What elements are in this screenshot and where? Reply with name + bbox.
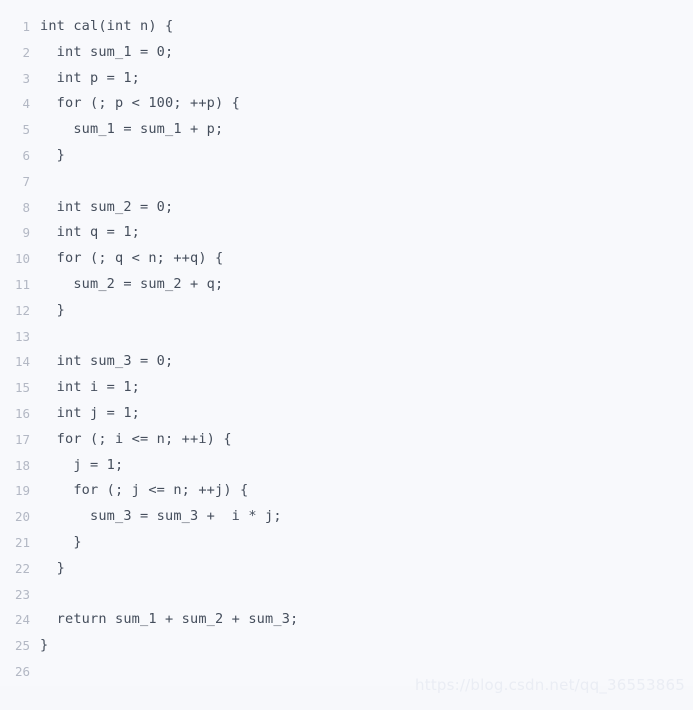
line-number: 13 [14, 328, 30, 344]
code-line: 22 } [0, 556, 693, 582]
code-line: 5 sum_1 = sum_1 + p; [0, 117, 693, 143]
code-line: 9 int q = 1; [0, 220, 693, 246]
line-content: int sum_2 = 0; [40, 198, 174, 215]
line-content: } [40, 301, 66, 318]
line-content: int cal(int n) { [40, 18, 174, 34]
line-content: } [40, 533, 82, 550]
line-number: 25 [14, 638, 30, 654]
line-number: 11 [14, 276, 30, 292]
code-line: 12 } [0, 298, 693, 324]
line-number: 8 [22, 199, 30, 215]
line-number: 15 [14, 380, 30, 396]
line-content: sum_1 = sum_1 + p; [40, 121, 224, 138]
code-line: 10 for (; q < n; ++q) { [0, 246, 693, 272]
code-line: 2 int sum_1 = 0; [0, 40, 693, 66]
code-line: 3 int p = 1; [0, 66, 693, 92]
code-line: 16 int j = 1; [0, 401, 693, 427]
code-line: 18 j = 1; [0, 453, 693, 479]
line-number: 1 [22, 19, 30, 34]
code-line: 7 [0, 169, 693, 195]
line-number: 14 [14, 354, 30, 370]
code-line: 24 return sum_1 + sum_2 + sum_3; [0, 607, 693, 633]
line-number: 23 [14, 586, 30, 602]
code-line: 25} [0, 633, 693, 659]
line-content: for (; q < n; ++q) { [40, 250, 224, 267]
code-line: 20 sum_3 = sum_3 + i * j; [0, 504, 693, 530]
line-content: return sum_1 + sum_2 + sum_3; [40, 611, 299, 628]
line-number: 10 [14, 251, 30, 267]
line-number: 22 [14, 560, 30, 576]
line-number: 19 [14, 483, 30, 499]
line-content: int p = 1; [40, 69, 141, 86]
code-line: 11 sum_2 = sum_2 + q; [0, 272, 693, 298]
line-number: 20 [14, 509, 30, 525]
line-number: 7 [22, 173, 30, 189]
line-content: int i = 1; [40, 379, 141, 396]
line-content: for (; j <= n; ++j) { [40, 482, 249, 499]
code-line: 15 int i = 1; [0, 375, 693, 401]
line-number: 2 [22, 44, 30, 60]
code-line: 17 for (; i <= n; ++i) { [0, 427, 693, 453]
line-content: int j = 1; [40, 404, 141, 421]
line-content: } [40, 637, 49, 654]
line-number: 18 [14, 457, 30, 473]
line-number: 12 [14, 302, 30, 318]
line-content: int sum_3 = 0; [40, 353, 174, 370]
code-line: 4 for (; p < 100; ++p) { [0, 91, 693, 117]
line-content: } [40, 559, 66, 576]
line-content: for (; i <= n; ++i) { [40, 430, 232, 447]
line-content: int q = 1; [40, 224, 141, 241]
line-number: 6 [22, 147, 30, 163]
line-number: 24 [14, 612, 30, 628]
code-line: 23 [0, 582, 693, 608]
line-number: 16 [14, 405, 30, 421]
line-number: 17 [14, 431, 30, 447]
code-line: 14 int sum_3 = 0; [0, 349, 693, 375]
line-content: for (; p < 100; ++p) { [40, 95, 241, 112]
code-line: 21 } [0, 530, 693, 556]
line-number: 5 [22, 122, 30, 138]
line-content: sum_3 = sum_3 + i * j; [40, 508, 282, 525]
code-viewer: 1 int cal(int n) {2 int sum_1 = 0; 3 int p… [0, 0, 693, 710]
line-number: 9 [22, 225, 30, 241]
line-content: j = 1; [40, 456, 124, 473]
line-number: 4 [22, 96, 30, 112]
line-number: 26 [14, 663, 30, 679]
code-line-list: 1 int cal(int n) {2 int sum_1 = 0; 3 int p… [0, 14, 693, 685]
code-line: 6 } [0, 143, 693, 169]
code-surface: 1 int cal(int n) {2 int sum_1 = 0; 3 int p… [0, 0, 693, 686]
code-line: 13 [0, 324, 693, 350]
code-line: 1 int cal(int n) { [0, 14, 693, 40]
code-line: 19 for (; j <= n; ++j) { [0, 478, 693, 504]
line-content: } [40, 146, 66, 163]
code-line: 8 int sum_2 = 0; [0, 195, 693, 221]
line-content: sum_2 = sum_2 + q; [40, 275, 224, 292]
watermark: https://blog.csdn.net/qq_36553865 [415, 676, 685, 694]
line-number: 21 [14, 534, 30, 550]
line-content: int sum_1 = 0; [40, 43, 174, 60]
line-number: 3 [22, 70, 30, 86]
